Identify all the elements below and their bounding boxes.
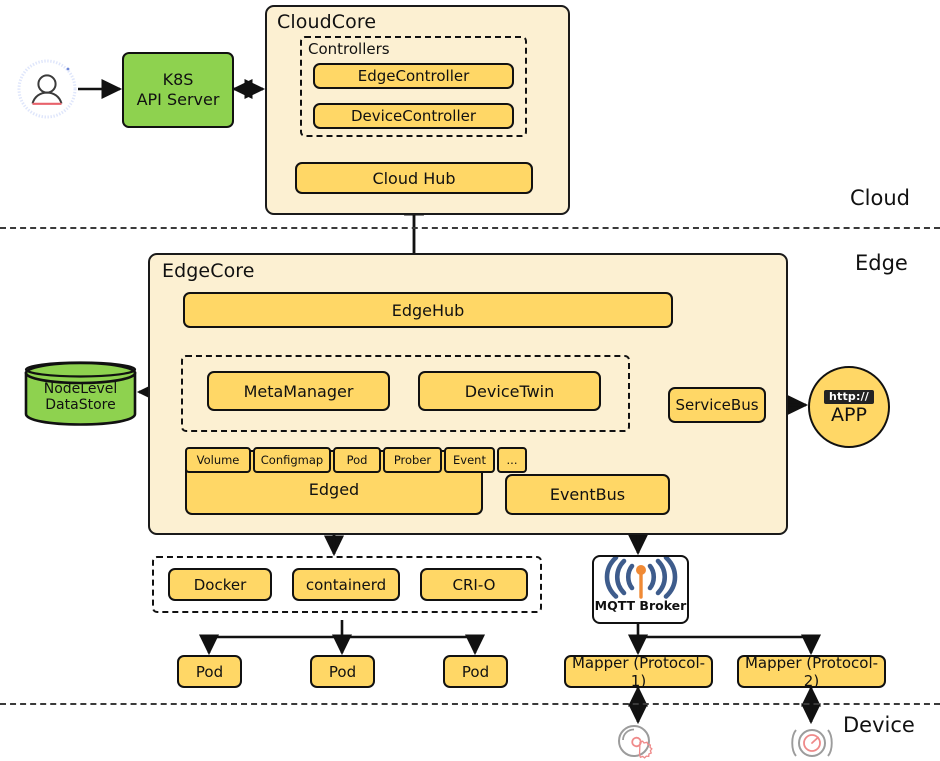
mapper-protocol-1-label: Mapper (Protocol-1) — [571, 653, 706, 690]
edged-submodule-more-label: ... — [506, 453, 518, 467]
mapper-protocol-2-node[interactable]: Mapper (Protocol-2) — [737, 653, 886, 690]
metamanager-node[interactable]: MetaManager — [207, 371, 390, 411]
edged-submodule-pod-label: Pod — [346, 453, 368, 467]
runtime-docker-node[interactable]: Docker — [168, 568, 272, 601]
metamanager-label: MetaManager — [243, 381, 354, 401]
pod-node-3[interactable]: Pod — [443, 655, 508, 688]
cloudcore-title: CloudCore — [277, 11, 377, 33]
app-node[interactable]: http:// APP — [808, 366, 890, 448]
gauge-gear-icon — [618, 725, 653, 759]
zone-label-device: Device — [843, 713, 915, 737]
pod-label-2: Pod — [328, 662, 357, 681]
mapper-protocol-2-label: Mapper (Protocol-2) — [744, 653, 879, 690]
edged-submodule-strip: Volume Configmap Pod Prober Event ... — [185, 447, 527, 473]
pod-label-3: Pod — [461, 662, 490, 681]
eventbus-label: EventBus — [549, 485, 626, 504]
user-icon — [17, 59, 77, 119]
datastore-line2: DataStore — [45, 396, 116, 413]
edged-submodule-volume-label: Volume — [196, 453, 240, 467]
pod-node-1[interactable]: Pod — [177, 655, 242, 688]
edgecore-title: EdgeCore — [162, 260, 255, 282]
device-sensor-1 — [612, 723, 664, 761]
app-label: APP — [831, 403, 867, 426]
cloud-hub-node[interactable]: Cloud Hub — [295, 162, 533, 194]
edged-submodule-pod[interactable]: Pod — [333, 447, 381, 473]
devicecontroller-node[interactable]: DeviceController — [313, 103, 514, 129]
radar-dial-icon — [791, 729, 833, 757]
edged-submodule-volume[interactable]: Volume — [185, 447, 251, 473]
nodelevel-datastore[interactable]: NodeLevel DataStore — [22, 360, 139, 427]
edged-submodule-event-label: Event — [453, 453, 486, 467]
servicebus-label: ServiceBus — [675, 396, 759, 414]
k8s-api-server-node[interactable]: K8S API Server — [122, 52, 234, 128]
devicetwin-node[interactable]: DeviceTwin — [418, 371, 601, 411]
runtime-crio-label: CRI-O — [452, 575, 496, 594]
edged-submodule-configmap-label: Configmap — [260, 453, 324, 467]
edged-submodule-configmap[interactable]: Configmap — [253, 447, 331, 473]
k8s-api-server-line1: K8S — [162, 70, 194, 89]
mqtt-broker-label: MQTT Broker — [594, 598, 687, 613]
edged-label: Edged — [308, 480, 360, 499]
http-chip: http:// — [823, 389, 875, 404]
zone-label-edge: Edge — [855, 251, 908, 275]
pod-node-2[interactable]: Pod — [310, 655, 375, 688]
mqtt-signal-icon — [604, 557, 677, 599]
user-avatar[interactable] — [16, 58, 78, 120]
edgecontroller-label: EdgeController — [357, 67, 470, 85]
device-sensor-2 — [786, 723, 838, 761]
edgecontroller-node[interactable]: EdgeController — [313, 63, 514, 89]
nodelevel-datastore-label: NodeLevel DataStore — [22, 381, 139, 413]
cloud-hub-label: Cloud Hub — [372, 168, 456, 188]
zone-label-cloud: Cloud — [850, 186, 910, 210]
pod-label-1: Pod — [195, 662, 224, 681]
servicebus-node[interactable]: ServiceBus — [668, 387, 766, 423]
architecture-diagram-canvas: Cloud Edge Device K8S API Server CloudCo… — [0, 0, 940, 761]
runtime-containerd-node[interactable]: containerd — [292, 568, 400, 601]
runtime-containerd-label: containerd — [305, 575, 387, 594]
eventbus-node[interactable]: EventBus — [505, 474, 670, 515]
devicetwin-label: DeviceTwin — [464, 381, 555, 401]
edgehub-label: EdgeHub — [391, 300, 465, 320]
edged-submodule-prober-label: Prober — [393, 453, 432, 467]
datastore-line1: NodeLevel — [43, 381, 118, 397]
edged-submodule-prober[interactable]: Prober — [383, 447, 442, 473]
mqtt-broker-node[interactable]: MQTT Broker — [592, 555, 689, 624]
controllers-title: Controllers — [308, 40, 390, 58]
edge-device-divider — [0, 703, 940, 705]
runtime-docker-label: Docker — [193, 575, 247, 594]
edgehub-node[interactable]: EdgeHub — [183, 292, 673, 328]
runtime-crio-node[interactable]: CRI-O — [420, 568, 528, 601]
k8s-api-server-line2: API Server — [136, 90, 220, 109]
mapper-protocol-1-node[interactable]: Mapper (Protocol-1) — [564, 653, 713, 690]
devicecontroller-label: DeviceController — [350, 107, 477, 125]
edged-submodule-event[interactable]: Event — [444, 447, 495, 473]
edged-submodule-more[interactable]: ... — [497, 447, 527, 473]
cloud-edge-divider — [0, 227, 940, 229]
